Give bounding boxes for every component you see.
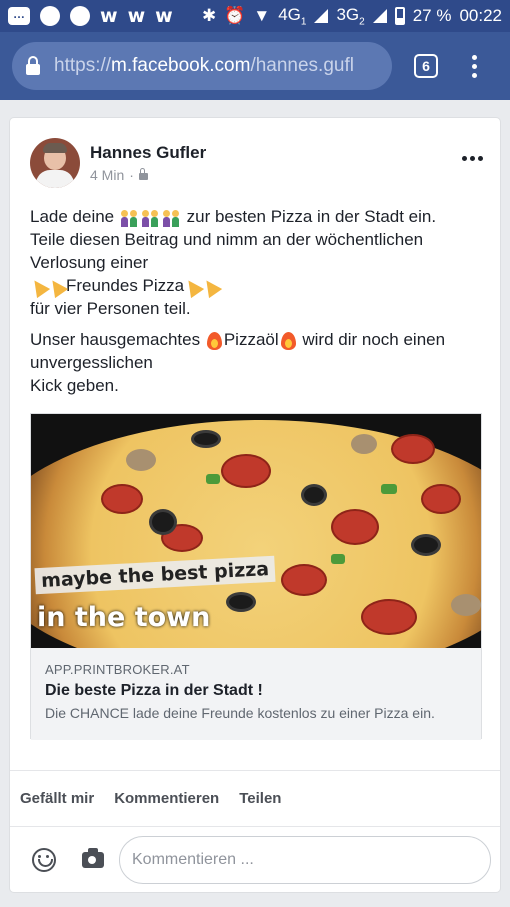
signal-icon bbox=[314, 8, 329, 23]
address-bar[interactable]: https://m.facebook.com/hannes.gufl bbox=[12, 42, 392, 90]
post-header: Hannes Gufler 4 Min · bbox=[30, 138, 206, 188]
comment-composer: Kommentieren ... bbox=[10, 826, 500, 892]
alarm-icon: ⏰ bbox=[224, 5, 246, 25]
notification-circle-icon bbox=[40, 6, 60, 26]
battery-percent: 27 % bbox=[412, 5, 452, 25]
link-preview[interactable]: maybe the best pizza in the town APP.PRI… bbox=[30, 413, 482, 740]
camera-icon[interactable] bbox=[82, 847, 104, 868]
browser-toolbar: https://m.facebook.com/hannes.gufl 6 bbox=[0, 32, 510, 100]
wifi-icon: ▼ bbox=[253, 5, 271, 25]
post-meta: 4 Min · bbox=[90, 167, 206, 183]
fire-emoji bbox=[280, 331, 296, 350]
battery-icon bbox=[394, 6, 405, 25]
notification-w-icon: w bbox=[155, 5, 173, 27]
network-3g: 3G2 bbox=[336, 4, 365, 28]
people-holding-hands-emoji bbox=[162, 209, 181, 227]
preview-image-caption: in the town bbox=[37, 602, 211, 633]
post-actions: Gefällt mir Kommentieren Teilen bbox=[10, 770, 500, 826]
message-icon: … bbox=[8, 7, 30, 25]
notification-w-icon: w bbox=[127, 5, 146, 27]
notification-circle-icon bbox=[70, 6, 90, 26]
link-domain: APP.PRINTBROKER.AT bbox=[45, 662, 190, 677]
clock: 00:22 bbox=[459, 5, 502, 25]
author-name[interactable]: Hannes Gufler bbox=[90, 143, 206, 163]
link-title: Die beste Pizza in der Stadt ! bbox=[45, 682, 263, 699]
preview-info[interactable]: APP.PRINTBROKER.AT Die beste Pizza in de… bbox=[31, 648, 481, 740]
people-holding-hands-emoji bbox=[141, 209, 160, 227]
comment-button[interactable]: Kommentieren bbox=[114, 790, 219, 807]
status-bar: … w w w ✱ ⏰ ▼ 4G1 3G2 27 % 00:22 bbox=[0, 0, 510, 32]
comment-input[interactable]: Kommentieren ... bbox=[119, 835, 491, 884]
fire-emoji bbox=[206, 331, 222, 350]
lock-icon bbox=[26, 55, 40, 75]
people-holding-hands-emoji bbox=[120, 209, 139, 227]
url-text: https://m.facebook.com/hannes.gufl bbox=[54, 55, 354, 76]
more-vert-icon[interactable] bbox=[472, 54, 477, 78]
tabs-icon[interactable]: 6 bbox=[414, 54, 438, 78]
share-button[interactable]: Teilen bbox=[239, 790, 281, 807]
like-button[interactable]: Gefällt mir bbox=[20, 790, 94, 807]
post-card: Hannes Gufler 4 Min · Lade deine zur bes… bbox=[9, 117, 501, 893]
lock-icon bbox=[138, 168, 148, 180]
pizza-emoji bbox=[45, 275, 69, 298]
signal-icon bbox=[372, 8, 387, 23]
bluetooth-icon: ✱ bbox=[201, 5, 217, 25]
smile-icon[interactable] bbox=[32, 847, 56, 872]
post-time[interactable]: 4 Min bbox=[90, 167, 124, 183]
link-description: Die CHANCE lade deine Freunde kostenlos … bbox=[45, 705, 435, 721]
more-horiz-icon[interactable] bbox=[462, 156, 483, 161]
post-text: Lade deine zur besten Pizza in der Stadt… bbox=[27, 205, 480, 405]
notification-w-icon: w bbox=[100, 5, 118, 27]
network-4g: 4G1 bbox=[278, 4, 307, 28]
preview-image[interactable]: maybe the best pizza in the town bbox=[31, 414, 481, 648]
pizza-emoji bbox=[199, 275, 223, 298]
avatar[interactable] bbox=[30, 138, 80, 188]
